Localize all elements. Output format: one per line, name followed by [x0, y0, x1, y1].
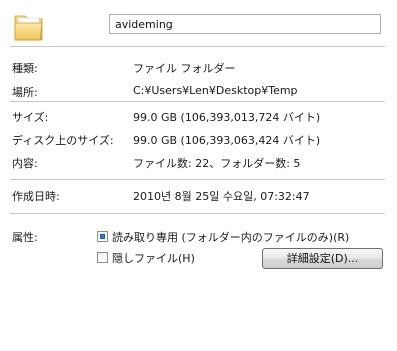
created-value: 2010년 8월 25일 수요일, 07:32:47 — [133, 190, 310, 203]
read-only-checkbox[interactable] — [97, 231, 108, 242]
size-on-disk-label: ディスク上のサイズ: — [12, 134, 114, 147]
contains-value: ファイル数: 22、フォルダー数: 5 — [133, 157, 301, 170]
hidden-checkbox[interactable] — [97, 252, 108, 263]
size-value: 99.0 GB (106,393,013,724 バイト) — [133, 111, 321, 124]
size-on-disk-value: 99.0 GB (106,393,063,424 バイト) — [133, 134, 321, 147]
read-only-label[interactable]: 読み取り専用 (フォルダー内のファイルのみ)(R) — [112, 229, 349, 245]
size-label: サイズ: — [12, 111, 49, 124]
contains-label: 内容: — [12, 157, 38, 170]
divider — [10, 101, 385, 102]
location-value: C:¥Users¥Len¥Desktop¥Temp — [133, 84, 298, 97]
type-label: 種類: — [12, 62, 38, 75]
folder-icon — [14, 15, 43, 41]
location-label: 場所: — [12, 86, 38, 99]
folder-name-input[interactable] — [109, 14, 381, 34]
advanced-button[interactable]: 詳細設定(D)... — [262, 248, 383, 269]
attributes-label: 属性: — [12, 231, 38, 244]
type-value: ファイル フォルダー — [133, 62, 236, 75]
created-label: 作成日時: — [12, 190, 60, 203]
divider — [10, 46, 385, 47]
divider — [10, 179, 385, 180]
hidden-label[interactable]: 隠しファイル(H) — [112, 250, 195, 266]
divider — [10, 213, 385, 214]
